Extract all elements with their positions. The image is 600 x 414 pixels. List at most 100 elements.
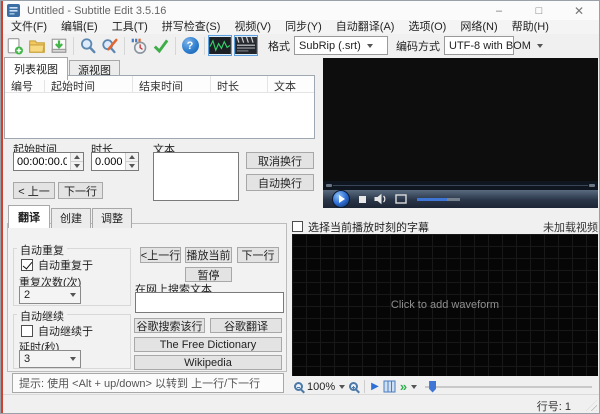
video-controls xyxy=(323,181,598,208)
delay-value: 3 xyxy=(24,353,31,365)
waveform-play-icon[interactable]: ▶ xyxy=(371,381,379,392)
format-value: SubRip (.srt) xyxy=(299,39,361,52)
google-translate-button[interactable]: 谷歌翻译 xyxy=(210,318,282,333)
select-current-checkbox[interactable] xyxy=(292,221,303,232)
unbreak-button[interactable]: 取消换行 xyxy=(246,152,314,169)
delay-select[interactable]: 3 xyxy=(19,350,81,368)
subtitle-text-area[interactable] xyxy=(153,152,239,201)
volume-icon[interactable] xyxy=(374,193,387,205)
maximize-button[interactable]: □ xyxy=(519,1,559,20)
seek-bar[interactable] xyxy=(323,181,598,190)
video-toggle-button[interactable] xyxy=(234,35,258,56)
free-dictionary-button[interactable]: The Free Dictionary xyxy=(134,337,282,352)
seek-handle-left[interactable] xyxy=(326,184,332,187)
volume-slider[interactable] xyxy=(417,197,447,201)
waveform-toggle-button[interactable] xyxy=(208,35,232,56)
menu-file[interactable]: 文件(F) xyxy=(4,20,54,34)
tab-list-view[interactable]: 列表视图 xyxy=(4,57,68,80)
column-duration[interactable]: 时长 xyxy=(211,76,268,92)
shift-arrows-icon[interactable]: » xyxy=(400,380,407,393)
tab-create[interactable]: 创建 xyxy=(51,208,91,228)
encoding-value: UTF-8 with BOM xyxy=(449,39,531,52)
slider-handle[interactable] xyxy=(429,380,437,393)
select-current-label: 选择当前播放时刻的字幕 xyxy=(308,221,429,234)
app-icon xyxy=(7,4,20,17)
encoding-label: 编码方式 xyxy=(396,40,440,53)
repeat-count-select[interactable]: 2 xyxy=(19,286,81,304)
auto-repeat-checkbox[interactable]: 自动重复于 xyxy=(21,257,93,273)
tab-adjust[interactable]: 调整 xyxy=(92,208,132,228)
menu-spellcheck[interactable]: 拼写检查(S) xyxy=(155,20,228,34)
menu-video[interactable]: 视频(V) xyxy=(227,20,278,34)
spin-up-icon xyxy=(74,155,80,159)
duration-spinner[interactable] xyxy=(125,153,138,170)
hint-box: 提示: 使用 <Alt + up/down> 以转到 上一行/下一行 xyxy=(12,373,284,393)
start-time-spinner[interactable] xyxy=(70,153,83,170)
left-edge-strip xyxy=(1,1,3,413)
replace-icon[interactable] xyxy=(99,35,121,56)
column-end-time[interactable]: 结束时间 xyxy=(133,76,211,92)
toolbar-separator xyxy=(73,36,74,55)
zoom-out-icon[interactable] xyxy=(294,382,303,391)
auto-repeat-group-label: 自动重复 xyxy=(17,242,67,258)
subtitle-list[interactable]: 编号 起始时间 结束时间 时长 文本 xyxy=(4,75,315,139)
help-icon[interactable]: ? xyxy=(179,35,201,56)
repeat-count-value: 2 xyxy=(24,289,31,301)
save-icon[interactable] xyxy=(48,35,70,56)
chevron-down-icon xyxy=(70,357,76,361)
waveform-position-slider[interactable] xyxy=(425,380,596,394)
format-select[interactable]: SubRip (.srt) xyxy=(294,36,388,55)
chevron-down-icon xyxy=(536,43,543,48)
seek-handle-right[interactable] xyxy=(589,184,595,187)
menu-help[interactable]: 帮助(H) xyxy=(505,20,556,34)
fullscreen-icon[interactable] xyxy=(395,194,407,204)
menu-edit[interactable]: 编辑(E) xyxy=(54,20,105,34)
find-icon[interactable] xyxy=(77,35,99,56)
chevron-down-icon[interactable] xyxy=(339,384,346,389)
start-time-field[interactable] xyxy=(13,152,84,171)
prev-line-button[interactable]: <上一行 xyxy=(140,247,181,263)
google-search-button[interactable]: 谷歌搜索该行 xyxy=(134,318,205,333)
auto-continue-checkbox[interactable]: 自动继续于 xyxy=(21,323,93,339)
encoding-select[interactable]: UTF-8 with BOM xyxy=(444,36,543,55)
app-window: Untitled - Subtitle Edit 3.5.16 – □ ✕ 文件… xyxy=(0,0,600,414)
minimize-button[interactable]: – xyxy=(479,1,519,20)
menu-options[interactable]: 选项(O) xyxy=(401,20,453,34)
next-line-button[interactable]: 下一行 xyxy=(58,182,103,199)
web-search-input[interactable] xyxy=(136,293,283,312)
video-player[interactable] xyxy=(323,58,598,208)
close-button[interactable]: ✕ xyxy=(559,1,599,20)
play-button[interactable] xyxy=(332,190,350,208)
toolbar-separator xyxy=(175,36,176,55)
web-search-field[interactable] xyxy=(135,292,284,313)
previous-button[interactable]: < 上一 xyxy=(13,182,55,199)
resize-grip-icon[interactable] xyxy=(586,400,597,411)
wikipedia-button[interactable]: Wikipedia xyxy=(134,355,282,370)
menu-tools[interactable]: 工具(T) xyxy=(105,20,155,34)
auto-continue-checkbox-label: 自动继续于 xyxy=(38,326,93,338)
next-line-button-2[interactable]: 下一行 xyxy=(237,247,279,263)
menu-autotranslate[interactable]: 自动翻译(A) xyxy=(329,20,402,34)
checkbox-checked-icon xyxy=(21,259,33,271)
column-text[interactable]: 文本 xyxy=(268,76,314,92)
pause-button[interactable]: 暂停 xyxy=(185,267,232,282)
new-file-icon[interactable] xyxy=(4,35,26,56)
auto-break-button[interactable]: 自动换行 xyxy=(246,174,314,191)
duration-field[interactable] xyxy=(91,152,139,171)
toolbar-separator xyxy=(364,380,366,393)
duration-input[interactable] xyxy=(92,153,125,170)
chevron-down-icon[interactable] xyxy=(411,384,418,389)
menu-network[interactable]: 网络(N) xyxy=(453,20,504,34)
columns-icon[interactable] xyxy=(383,380,396,393)
menu-sync[interactable]: 同步(Y) xyxy=(278,20,329,34)
start-time-input[interactable] xyxy=(14,153,70,170)
stop-button[interactable] xyxy=(359,195,366,203)
open-file-icon[interactable] xyxy=(26,35,48,56)
zoom-in-icon[interactable] xyxy=(349,382,359,391)
settings-icon[interactable] xyxy=(128,35,150,56)
hint-text: 提示: 使用 <Alt + up/down> 以转到 上一行/下一行 xyxy=(19,378,261,390)
spellcheck-icon[interactable] xyxy=(150,35,172,56)
play-current-button[interactable]: 播放当前 xyxy=(185,247,232,263)
waveform-area[interactable]: Click to add waveform xyxy=(292,234,598,376)
tab-translate[interactable]: 翻译 xyxy=(8,205,50,228)
